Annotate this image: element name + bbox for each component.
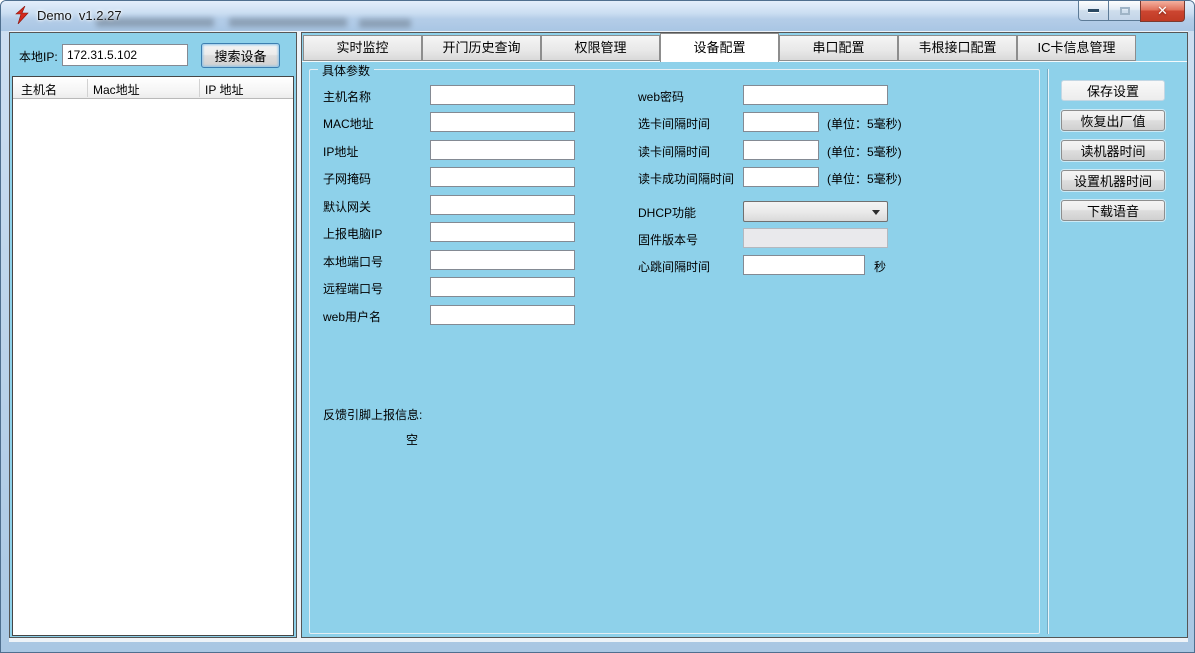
hostname-input[interactable] bbox=[430, 85, 575, 105]
netmask-label: 子网掩码 bbox=[323, 170, 371, 187]
groupbox-title: 具体参数 bbox=[318, 62, 374, 79]
mac-label: MAC地址 bbox=[323, 115, 374, 132]
download-voice-button[interactable]: 下载语音 bbox=[1061, 200, 1165, 221]
web-password-label: web密码 bbox=[638, 88, 684, 105]
parameters-groupbox: 具体参数 主机名称 MAC地址 IP地址 子网掩码 默认网关 上报电脑IP 本地… bbox=[309, 69, 1040, 634]
app-window: Demo v1.2.27 ✕ 本地IP: 搜索设备 主机名 Mac地址 IP 地… bbox=[0, 0, 1195, 653]
vertical-separator bbox=[1047, 69, 1049, 634]
tab-realtime-monitor[interactable]: 实时监控 bbox=[303, 35, 422, 61]
tab-open-history[interactable]: 开门历史查询 bbox=[422, 35, 541, 61]
local-port-label: 本地端口号 bbox=[323, 253, 383, 270]
dhcp-label: DHCP功能 bbox=[638, 204, 696, 221]
heartbeat-interval-unit: 秒 bbox=[874, 258, 886, 275]
titlebar: Demo v1.2.27 ✕ bbox=[1, 1, 1194, 31]
report-pc-ip-label: 上报电脑IP bbox=[323, 225, 382, 242]
tab-device-config[interactable]: 设备配置 bbox=[660, 33, 779, 62]
remote-port-label: 远程端口号 bbox=[323, 280, 383, 297]
web-user-label: web用户名 bbox=[323, 308, 381, 325]
minimize-button[interactable] bbox=[1078, 1, 1109, 21]
read-card-interval-label: 读卡间隔时间 bbox=[638, 143, 710, 160]
tab-wiegand-config[interactable]: 韦根接口配置 bbox=[898, 35, 1017, 61]
client-area: 本地IP: 搜索设备 主机名 Mac地址 IP 地址 实时监控 开门历史查询 权… bbox=[9, 31, 1188, 642]
report-pc-ip-input[interactable] bbox=[430, 222, 575, 242]
blurred-text-region bbox=[229, 18, 347, 27]
read-success-interval-unit: (单位：5毫秒) bbox=[827, 170, 902, 187]
column-mac[interactable]: Mac地址 bbox=[93, 81, 140, 98]
maximize-button[interactable] bbox=[1109, 1, 1140, 21]
maximize-icon bbox=[1120, 7, 1130, 15]
netmask-input[interactable] bbox=[430, 167, 575, 187]
select-card-interval-input[interactable] bbox=[743, 112, 819, 132]
select-card-interval-label: 选卡间隔时间 bbox=[638, 115, 710, 132]
chevron-down-icon bbox=[872, 210, 880, 215]
app-lightning-icon bbox=[13, 6, 31, 24]
blurred-text-region bbox=[96, 18, 214, 27]
set-machine-time-button[interactable]: 设置机器时间 bbox=[1061, 170, 1165, 191]
config-panel: 实时监控 开门历史查询 权限管理 设备配置 串口配置 韦根接口配置 IC卡信息管… bbox=[301, 32, 1188, 638]
device-list-header: 主机名 Mac地址 IP 地址 bbox=[13, 77, 293, 99]
hostname-label: 主机名称 bbox=[323, 88, 371, 105]
tab-bar: 实时监控 开门历史查询 权限管理 设备配置 串口配置 韦根接口配置 IC卡信息管… bbox=[302, 33, 1187, 61]
tab-ic-card-manage[interactable]: IC卡信息管理 bbox=[1017, 35, 1136, 61]
tab-permission[interactable]: 权限管理 bbox=[541, 35, 660, 61]
ip-label: IP地址 bbox=[323, 143, 358, 160]
select-card-interval-unit: (单位：5毫秒) bbox=[827, 115, 902, 132]
ip-input[interactable] bbox=[430, 140, 575, 160]
column-hostname[interactable]: 主机名 bbox=[21, 81, 57, 98]
close-button[interactable]: ✕ bbox=[1140, 1, 1185, 22]
firmware-version-label: 固件版本号 bbox=[638, 231, 698, 248]
heartbeat-interval-input[interactable] bbox=[743, 255, 865, 275]
read-card-interval-unit: (单位：5毫秒) bbox=[827, 143, 902, 160]
heartbeat-interval-label: 心跳间隔时间 bbox=[638, 258, 710, 275]
feedback-pin-label: 反馈引脚上报信息: bbox=[323, 406, 422, 423]
read-success-interval-label: 读卡成功间隔时间 bbox=[638, 170, 734, 187]
device-list[interactable]: 主机名 Mac地址 IP 地址 bbox=[12, 76, 294, 636]
read-card-interval-input[interactable] bbox=[743, 140, 819, 160]
search-device-button[interactable]: 搜索设备 bbox=[201, 43, 280, 68]
window-controls: ✕ bbox=[1078, 1, 1185, 22]
restore-factory-button[interactable]: 恢复出厂值 bbox=[1061, 110, 1165, 131]
firmware-version-input bbox=[743, 228, 888, 248]
read-success-interval-input[interactable] bbox=[743, 167, 819, 187]
save-settings-button[interactable]: 保存设置 bbox=[1061, 80, 1165, 101]
local-ip-label: 本地IP: bbox=[19, 48, 58, 65]
web-user-input[interactable] bbox=[430, 305, 575, 325]
mac-input[interactable] bbox=[430, 112, 575, 132]
remote-port-input[interactable] bbox=[430, 277, 575, 297]
blurred-text-region bbox=[359, 19, 411, 28]
gateway-input[interactable] bbox=[430, 195, 575, 215]
minimize-icon bbox=[1088, 9, 1099, 12]
device-search-panel: 本地IP: 搜索设备 主机名 Mac地址 IP 地址 bbox=[9, 32, 297, 638]
column-separator[interactable] bbox=[199, 79, 200, 97]
feedback-pin-value: 空 bbox=[406, 431, 418, 448]
read-machine-time-button[interactable]: 读机器时间 bbox=[1061, 140, 1165, 161]
tab-serial-config[interactable]: 串口配置 bbox=[779, 35, 898, 61]
dhcp-select[interactable] bbox=[743, 201, 888, 222]
gateway-label: 默认网关 bbox=[323, 198, 371, 215]
column-separator[interactable] bbox=[87, 79, 88, 97]
local-port-input[interactable] bbox=[430, 250, 575, 270]
local-ip-input[interactable] bbox=[62, 44, 188, 66]
web-password-input[interactable] bbox=[743, 85, 888, 105]
close-icon: ✕ bbox=[1157, 3, 1168, 19]
column-ip[interactable]: IP 地址 bbox=[205, 81, 243, 98]
